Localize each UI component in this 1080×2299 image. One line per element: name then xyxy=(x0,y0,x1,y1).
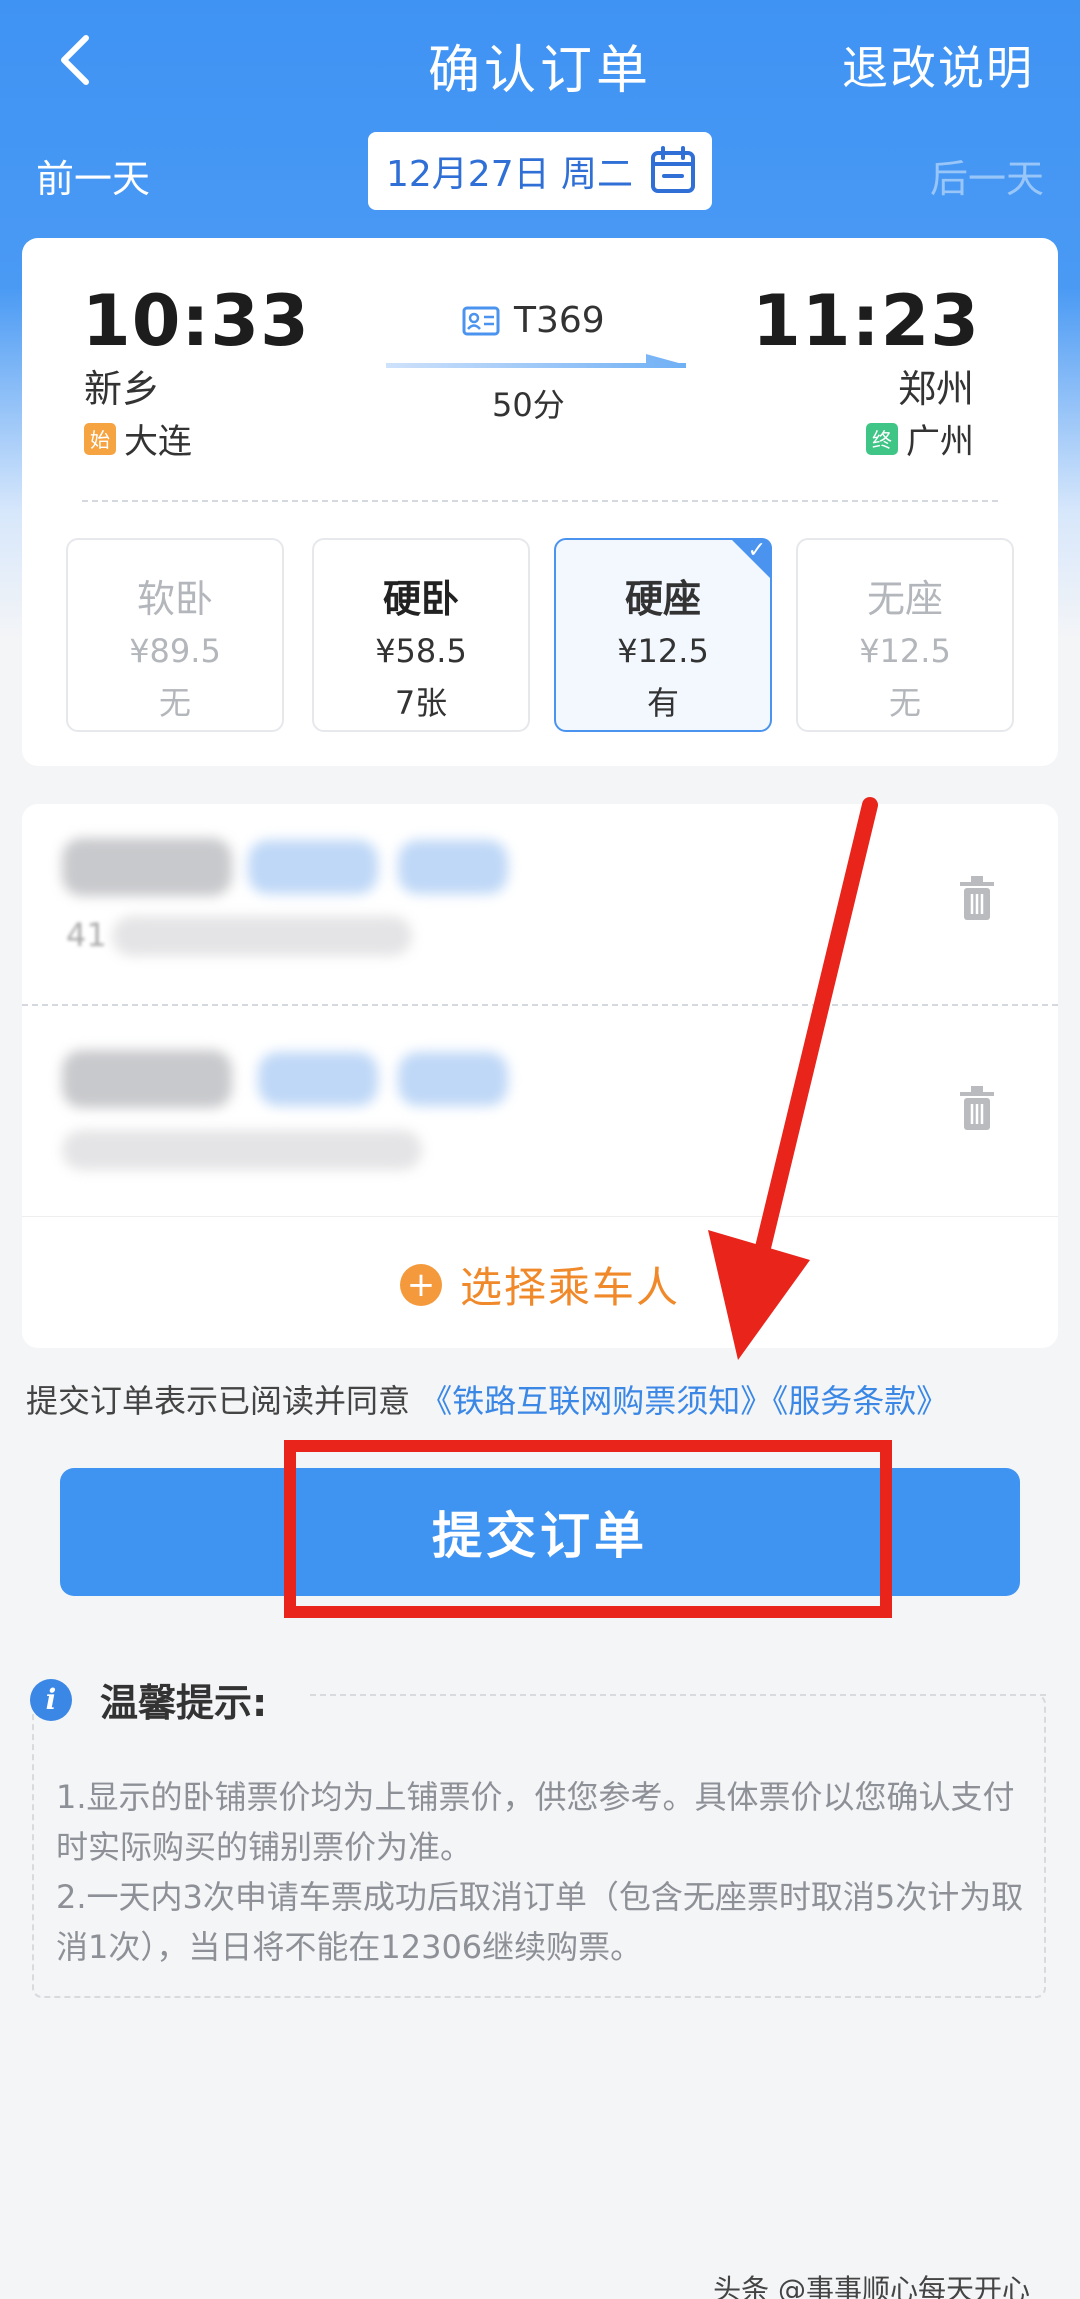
arrival-time: 11:23 xyxy=(752,280,980,362)
divider xyxy=(82,500,998,502)
seat-name: 软卧 xyxy=(136,577,213,621)
id-card-icon xyxy=(462,306,500,335)
divider xyxy=(22,1216,1058,1217)
passenger-card: 41 + 选择乘车人 xyxy=(22,804,1058,1348)
seat-price: ¥12.5 xyxy=(617,632,709,670)
prev-day-button[interactable]: 前一天 xyxy=(36,148,150,203)
terminal-station: 终 广州 xyxy=(866,414,974,463)
seat-name: 硬卧 xyxy=(382,577,459,621)
seat-option-hard-sleeper[interactable]: 硬卧 ¥58.5 7张 xyxy=(312,538,530,732)
tips-header: i 温馨提示: xyxy=(30,1672,267,1727)
seat-price: ¥58.5 xyxy=(375,632,467,670)
passenger-row[interactable]: 41 xyxy=(22,804,1058,1010)
seat-option-no-seat[interactable]: 无座 ¥12.5 无 xyxy=(796,538,1014,732)
add-passenger-label: 选择乘车人 xyxy=(459,1263,680,1312)
top-bar: 确认订单 退改说明 xyxy=(0,0,1080,120)
blurred-id xyxy=(62,1130,422,1170)
date-text: 12月27日 周二 xyxy=(386,154,634,195)
blurred-name xyxy=(62,1050,232,1108)
blurred-id xyxy=(112,916,412,956)
refund-rules-link[interactable]: 退改说明 xyxy=(842,32,1034,98)
origin-name: 大连 xyxy=(124,422,192,462)
origin-tag: 始 xyxy=(84,422,116,455)
trash-icon[interactable] xyxy=(960,876,994,922)
trash-icon[interactable] xyxy=(960,1086,994,1132)
departure-time: 10:33 xyxy=(82,280,310,362)
tips-title: 温馨提示: xyxy=(100,1681,268,1725)
origin-station: 始 大连 xyxy=(84,414,192,463)
route-arrow-icon xyxy=(386,354,686,368)
blurred-tag xyxy=(398,1052,508,1106)
terminal-name: 广州 xyxy=(906,422,974,462)
trip-duration: 50分 xyxy=(492,386,565,424)
tip-line-1: 1.显示的卧铺票价均为上铺票价，供您参考。具体票价以您确认支付时实际购买的铺别票… xyxy=(56,1778,1015,1866)
terminal-tag: 终 xyxy=(866,422,898,455)
seat-option-soft-sleeper[interactable]: 软卧 ¥89.5 无 xyxy=(66,538,284,732)
seat-price: ¥89.5 xyxy=(129,632,221,670)
train-info-card: 10:33 11:23 新乡 郑州 始 大连 终 广州 T369 50分 软卧 xyxy=(22,238,1058,766)
passenger-id: 41 xyxy=(66,916,107,954)
train-number[interactable]: T369 xyxy=(462,300,605,341)
tip-line-2: 2.一天内3次申请车票成功后取消订单（包含无座票时取消5次计为取消1次），当日将… xyxy=(56,1878,1024,1966)
seat-price: ¥12.5 xyxy=(859,632,951,670)
seat-availability: 无 xyxy=(158,684,191,722)
agreement-text: 提交订单表示已阅读并同意 《铁路互联网购票须知》《服务条款》 xyxy=(26,1376,948,1422)
calendar-icon xyxy=(651,146,695,193)
seat-option-hard-seat[interactable]: ✓ 硬座 ¥12.5 有 xyxy=(554,538,772,732)
add-passenger-button[interactable]: + 选择乘车人 xyxy=(22,1254,1058,1315)
seat-name: 无座 xyxy=(866,577,943,621)
next-day-button[interactable]: 后一天 xyxy=(930,148,1044,203)
passenger-row[interactable] xyxy=(22,1010,1058,1216)
train-number-text: T369 xyxy=(514,300,605,341)
purchase-notice-link[interactable]: 《铁路互联网购票须知》 xyxy=(420,1382,772,1420)
agreement-prefix: 提交订单表示已阅读并同意 xyxy=(26,1382,411,1420)
departure-station: 新乡 xyxy=(84,367,161,411)
annotation-arrow xyxy=(708,797,878,1360)
plus-icon: + xyxy=(399,1263,442,1306)
seat-availability: 7张 xyxy=(394,684,448,722)
blurred-tag xyxy=(248,840,378,894)
seat-availability: 无 xyxy=(888,684,921,722)
terms-of-service-link[interactable]: 《服务条款》 xyxy=(772,1382,948,1420)
check-icon: ✓ xyxy=(747,538,766,563)
date-picker[interactable]: 12月27日 周二 xyxy=(368,132,712,210)
seat-name: 硬座 xyxy=(624,577,701,621)
annotation-highlight-box xyxy=(284,1440,892,1618)
tips-content: 1.显示的卧铺票价均为上铺票价，供您参考。具体票价以您确认支付时实际购买的铺别票… xyxy=(56,1772,1036,1972)
divider xyxy=(22,1004,1058,1006)
seat-availability: 有 xyxy=(646,684,679,722)
arrival-station: 郑州 xyxy=(897,367,974,411)
info-icon: i xyxy=(30,1678,72,1721)
blurred-tag xyxy=(258,1052,378,1106)
watermark: 头条 @事事顺心每天开心 xyxy=(713,2273,1030,2299)
tips-divider xyxy=(310,1694,1046,1696)
date-bar: 前一天 12月27日 周二 后一天 xyxy=(0,132,1080,212)
blurred-name xyxy=(62,838,232,896)
blurred-tag xyxy=(398,840,508,894)
